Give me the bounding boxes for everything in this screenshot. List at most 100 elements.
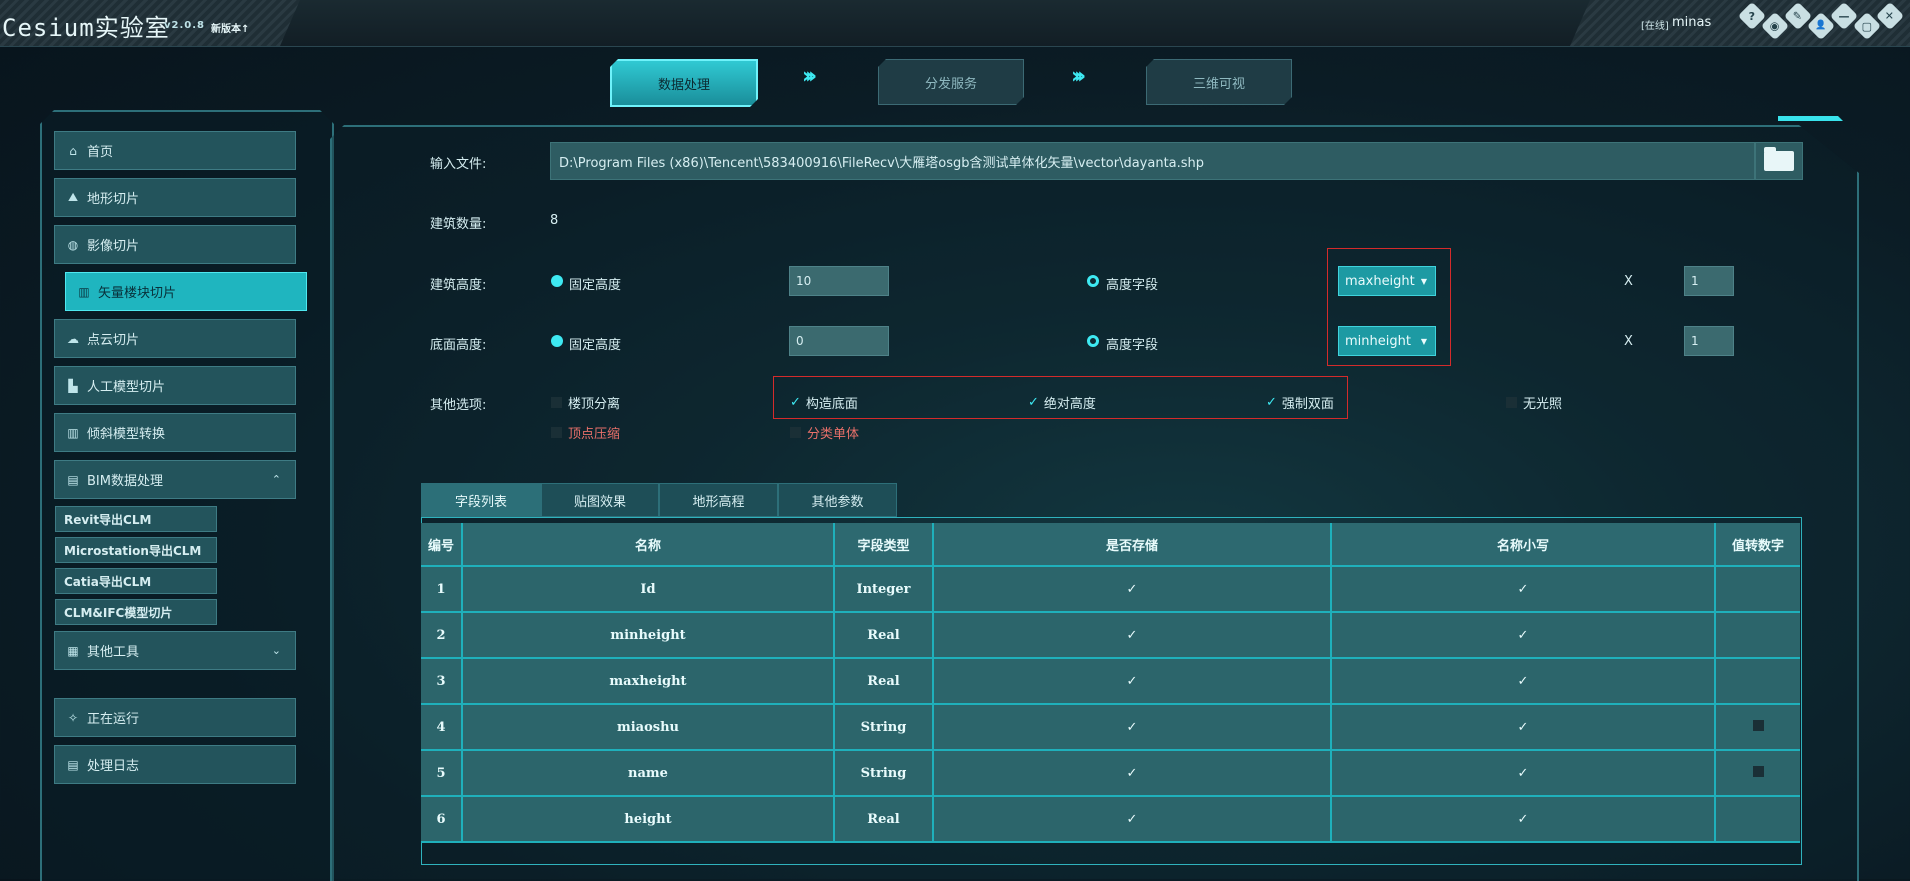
height-fixed-input[interactable]: 10	[789, 266, 889, 296]
app-version: v2.0.8	[164, 20, 205, 31]
base-field-radio[interactable]	[1087, 335, 1099, 347]
sidebar-item-vector-building-tiling[interactable]: ▥ 矢量楼块切片	[65, 272, 307, 311]
check-icon[interactable]: ✓	[1518, 674, 1529, 689]
cell-to-number	[1716, 797, 1800, 843]
cell-lower: ✓	[1332, 751, 1716, 797]
height-field-radio[interactable]	[1087, 275, 1099, 287]
check-icon[interactable]: ✓	[1127, 766, 1138, 781]
table-row[interactable]: 6 height Real ✓ ✓	[421, 797, 1800, 843]
check-icon[interactable]: ✓	[1518, 812, 1529, 827]
sidebar-item-label: BIM数据处理	[87, 474, 163, 489]
new-version-link[interactable]: 新版本↑	[211, 20, 249, 35]
cell-type: String	[835, 751, 934, 797]
option-vertex-compression[interactable]: 顶点压缩	[551, 423, 620, 442]
base-fixed-radio[interactable]	[551, 335, 563, 347]
table-row[interactable]: 5 name String ✓ ✓	[421, 751, 1800, 797]
cell-name: height	[463, 797, 835, 843]
sidebar-item-terrain-tiling[interactable]: ⛰ 地形切片	[54, 178, 296, 217]
height-fixed-radio[interactable]	[551, 275, 563, 287]
sidebar-item-manual-model-tiling[interactable]: ▙ 人工模型切片	[54, 366, 296, 405]
cell-lower: ✓	[1332, 567, 1716, 613]
height-factor-input[interactable]: 1	[1684, 266, 1734, 296]
table-row[interactable]: 2 minheight Real ✓ ✓	[421, 613, 1800, 659]
sidebar-subitem-catia[interactable]: Catia导出CLM	[55, 568, 217, 594]
tab-other-params[interactable]: 其他参数	[778, 483, 897, 517]
table-row[interactable]: 1 Id Integer ✓ ✓	[421, 567, 1800, 613]
check-icon[interactable]: ✓	[1518, 720, 1529, 735]
input-file-field[interactable]: D:\Program Files (x86)\Tencent\583400916…	[550, 142, 1755, 180]
step-arrow-icon: ›››	[1071, 64, 1086, 89]
sidebar-item-logs[interactable]: ▤ 处理日志	[54, 745, 296, 784]
cell-to-number	[1716, 705, 1800, 751]
column-header-store: 是否存储	[934, 523, 1332, 567]
check-icon[interactable]: ✓	[1127, 812, 1138, 827]
cell-store: ✓	[934, 613, 1332, 659]
checkbox-empty[interactable]	[1752, 719, 1764, 731]
input-file-label: 输入文件:	[430, 157, 487, 172]
column-header-name: 名称	[463, 523, 835, 567]
globe-icon: ◍	[67, 237, 79, 252]
cell-to-number	[1716, 613, 1800, 659]
printer-icon: ▦	[67, 643, 79, 658]
browse-folder-button[interactable]	[1755, 142, 1803, 180]
table-row[interactable]: 4 miaoshu String ✓ ✓	[421, 705, 1800, 751]
model-icon: ▙	[68, 378, 78, 393]
chevron-down-icon: ⌄	[271, 644, 281, 657]
check-icon[interactable]: ✓	[1127, 628, 1138, 643]
checkbox-empty[interactable]	[1752, 765, 1764, 777]
base-factor-input[interactable]: 1	[1684, 326, 1734, 356]
sidebar-item-running[interactable]: ✧ 正在运行	[54, 698, 296, 737]
sidebar-item-home[interactable]: ⌂ 首页	[54, 131, 296, 170]
cell-no: 4	[421, 705, 463, 751]
cell-to-number	[1716, 659, 1800, 705]
check-icon[interactable]: ✓	[1127, 720, 1138, 735]
tab-terrain-elevation[interactable]: 地形高程	[659, 483, 778, 517]
option-no-lighting[interactable]: 无光照	[1506, 393, 1562, 412]
tab-texture-effect[interactable]: 贴图效果	[541, 483, 659, 517]
cell-to-number	[1716, 567, 1800, 613]
pointcloud-icon: ☁	[67, 331, 79, 346]
folder-icon	[1764, 147, 1794, 171]
option-roof-separation[interactable]: 楼顶分离	[551, 393, 620, 412]
sidebar-item-other-tools[interactable]: ▦ 其他工具 ⌄	[54, 631, 296, 670]
option-classify-single[interactable]: 分类单体	[790, 423, 859, 442]
home-icon: ⌂	[69, 143, 77, 158]
base-height-label: 底面高度:	[430, 338, 487, 353]
step-3d-visualization[interactable]: 三维可视	[1146, 59, 1292, 105]
sidebar-subitem-revit[interactable]: Revit导出CLM	[55, 506, 217, 532]
sidebar-item-bim-processing[interactable]: ▤ BIM数据处理 ⌃	[54, 460, 296, 499]
check-icon[interactable]: ✓	[1518, 628, 1529, 643]
sidebar-item-label: 其他工具	[87, 645, 140, 660]
base-fixed-input[interactable]: 0	[789, 326, 889, 356]
building-count-value: 8	[550, 213, 559, 228]
check-icon[interactable]: ✓	[1518, 766, 1529, 781]
cell-name: maxheight	[463, 659, 835, 705]
check-icon[interactable]: ✓	[1127, 674, 1138, 689]
sidebar-item-pointcloud-tiling[interactable]: ☁ 点云切片	[54, 319, 296, 358]
user-name[interactable]: minas	[1672, 15, 1711, 30]
sidebar-item-imagery-tiling[interactable]: ◍ 影像切片	[54, 225, 296, 264]
cell-store: ✓	[934, 567, 1332, 613]
sidebar-subitem-clm-ifc[interactable]: CLM&IFC模型切片	[55, 599, 217, 625]
cell-lower: ✓	[1332, 613, 1716, 659]
bim-icon: ▤	[67, 472, 79, 487]
table-row[interactable]: 3 maxheight Real ✓ ✓	[421, 659, 1800, 705]
sidebar-item-oblique-model-convert[interactable]: ▥ 倾斜模型转换	[54, 413, 296, 452]
check-icon[interactable]: ✓	[1518, 582, 1529, 597]
check-icon[interactable]: ✓	[1127, 582, 1138, 597]
highlight-box	[1327, 248, 1451, 366]
cell-type: Real	[835, 659, 934, 705]
user-status: [在线]	[1641, 21, 1669, 32]
step-data-processing[interactable]: 数据处理	[610, 59, 758, 107]
cell-no: 6	[421, 797, 463, 843]
column-header-lowercase: 名称小写	[1332, 523, 1716, 567]
cell-no: 5	[421, 751, 463, 797]
tab-field-list[interactable]: 字段列表	[421, 483, 541, 517]
sidebar-item-label: 首页	[87, 145, 114, 160]
step-distribution-service[interactable]: 分发服务	[878, 59, 1024, 105]
base-multiply-sign: X	[1624, 334, 1633, 349]
sidebar-subitem-microstation[interactable]: Microstation导出CLM	[55, 537, 217, 563]
cell-type: String	[835, 705, 934, 751]
oblique-icon: ▥	[67, 425, 79, 440]
column-header-no: 编号	[421, 523, 463, 567]
